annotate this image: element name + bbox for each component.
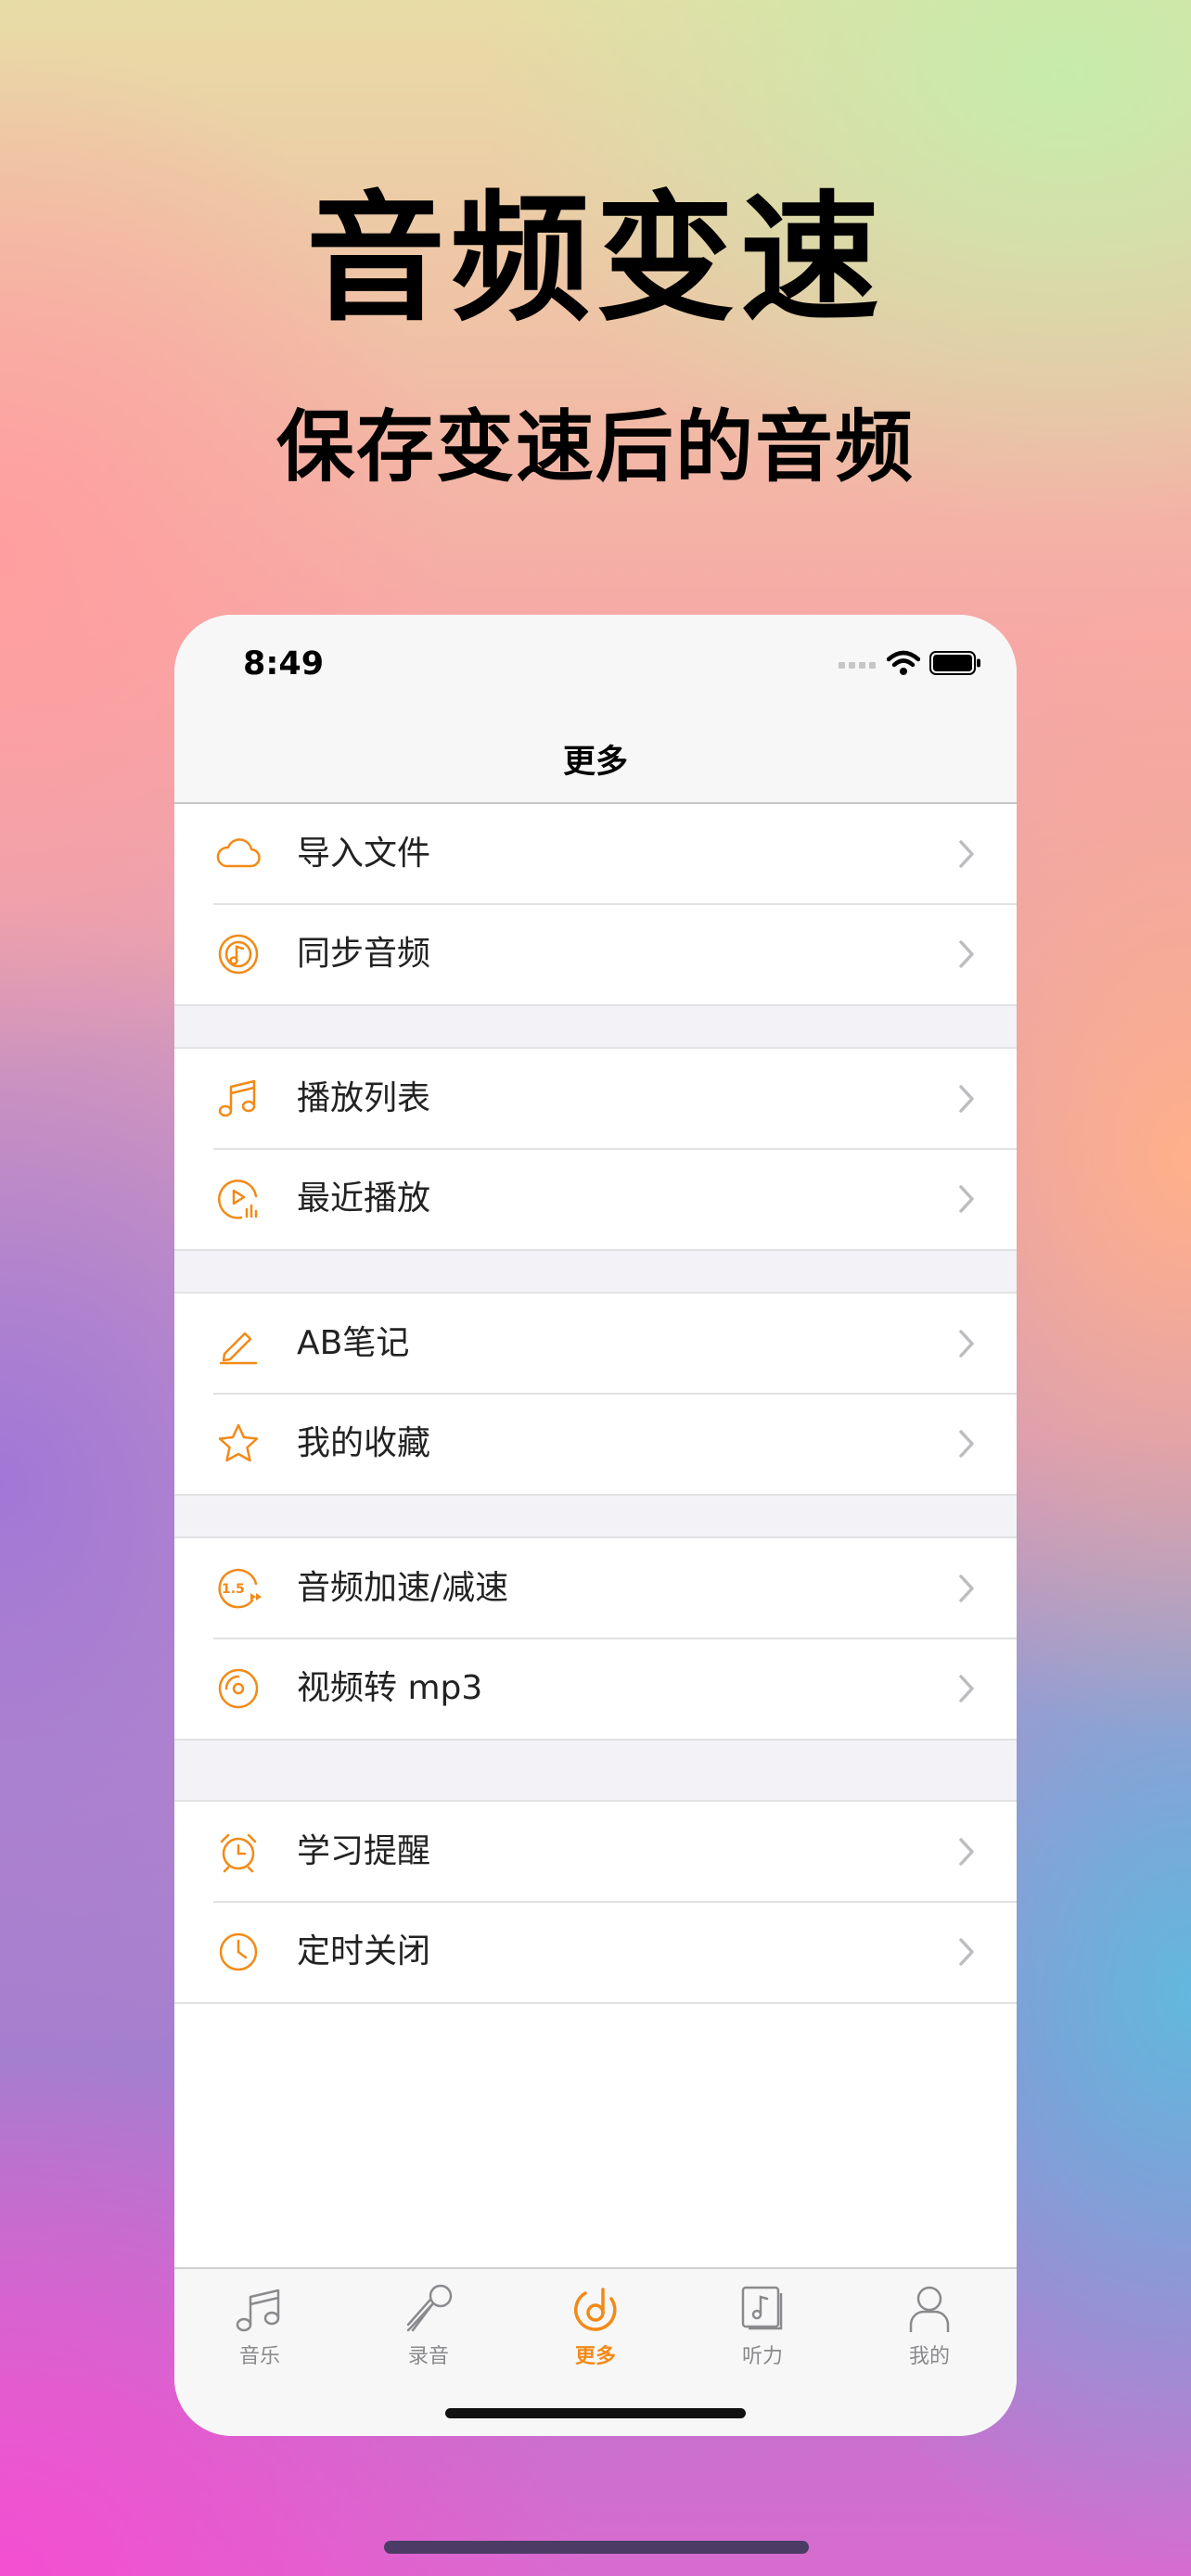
tab-label: 听力 — [741, 2345, 783, 2368]
menu-item-audio-speed[interactable]: 1.5 音频加速/减速 — [174, 1538, 1017, 1639]
cellular-signal-icon — [839, 662, 876, 669]
section-separator — [174, 1251, 1017, 1294]
menu-item-label: 我的收藏 — [297, 1424, 431, 1462]
chevron-right-icon — [959, 1085, 974, 1113]
status-time: 8:49 — [243, 645, 325, 682]
menu-group: 导入文件 同步音频 — [174, 804, 1017, 1006]
clock-icon — [219, 1932, 258, 1971]
cloud-icon — [216, 838, 261, 868]
music-icon — [236, 2289, 280, 2332]
music-note-icon — [218, 1079, 256, 1117]
sync-music-icon — [218, 934, 259, 975]
menu-item-label: 音频加速/减速 — [297, 1569, 509, 1607]
menu-item-playlist[interactable]: 播放列表 — [174, 1049, 1017, 1149]
settings-list: 导入文件 同步音频 播放列表 最近播放 AB笔记 我的收藏 1.5 音频加速/减… — [174, 804, 1017, 2004]
section-separator — [174, 1496, 1017, 1538]
menu-group: 播放列表 最近播放 — [174, 1049, 1017, 1251]
recent-play-icon — [218, 1180, 258, 1219]
navigation-bar: 更多 — [174, 708, 1017, 804]
chevron-right-icon — [959, 840, 974, 868]
chevron-right-icon — [959, 1575, 974, 1602]
menu-item-sync-audio[interactable]: 同步音频 — [174, 903, 1017, 1004]
person-icon — [909, 2286, 950, 2332]
menu-item-label: AB笔记 — [297, 1324, 410, 1362]
home-indicator[interactable] — [445, 2408, 746, 2418]
menu-item-label: 导入文件 — [297, 835, 431, 873]
menu-group: AB笔记 我的收藏 — [174, 1294, 1017, 1496]
promo-headline: 音频变速 — [305, 179, 885, 340]
menu-group: 1.5 音频加速/减速 视频转 mp3 — [174, 1538, 1017, 1741]
chevron-right-icon — [959, 1938, 974, 1966]
menu-item-label: 播放列表 — [297, 1079, 431, 1117]
menu-item-label: 定时关闭 — [297, 1932, 431, 1970]
page-title: 更多 — [562, 744, 628, 781]
tab-label: 我的 — [908, 2345, 950, 2368]
menu-item-label: 学习提醒 — [297, 1832, 431, 1870]
tab-mine[interactable]: 我的 — [874, 2282, 985, 2369]
section-separator — [174, 1741, 1017, 1802]
tab-record[interactable]: 录音 — [373, 2282, 484, 2369]
section-separator — [174, 1006, 1017, 1049]
menu-item-label: 视频转 mp3 — [297, 1669, 483, 1707]
chevron-right-icon — [959, 1430, 974, 1458]
chevron-right-icon — [959, 1330, 974, 1358]
status-bar: 8:49 — [174, 615, 1017, 708]
menu-item-favorites[interactable]: 我的收藏 — [174, 1393, 1017, 1494]
chevron-right-icon — [959, 1675, 974, 1702]
microphone-icon — [406, 2284, 453, 2332]
menu-item-recently-played[interactable]: 最近播放 — [174, 1148, 1017, 1249]
tab-label: 录音 — [407, 2345, 449, 2368]
wifi-icon — [887, 650, 920, 675]
more-icon — [574, 2288, 617, 2331]
chevron-right-icon — [959, 940, 974, 968]
menu-item-video-to-mp3[interactable]: 视频转 mp3 — [174, 1638, 1017, 1739]
menu-item-study-reminder[interactable]: 学习提醒 — [174, 1802, 1017, 1902]
tab-more[interactable]: 更多 — [540, 2282, 651, 2369]
tab-music[interactable]: 音乐 — [204, 2282, 315, 2369]
tab-listening[interactable]: 听力 — [707, 2282, 818, 2369]
battery-icon — [929, 651, 980, 675]
chevron-right-icon — [959, 1838, 974, 1866]
listening-icon — [741, 2286, 783, 2330]
promo-subline: 保存变速后的音频 — [275, 402, 915, 492]
phone-screen: 8:49 更多 导入文件 同步音频 播放列表 最近播放 AB笔记 我的收藏 1.… — [174, 615, 1017, 2436]
disc-icon — [218, 1668, 259, 1709]
speed-icon: 1.5 — [218, 1568, 262, 1609]
star-icon — [218, 1423, 259, 1462]
menu-group: 学习提醒 定时关闭 — [174, 1802, 1017, 2004]
alarm-clock-icon — [220, 1833, 257, 1873]
menu-item-label: 同步音频 — [297, 935, 431, 973]
menu-item-ab-notes[interactable]: AB笔记 — [174, 1294, 1017, 1394]
svg-text:1.5: 1.5 — [222, 1582, 245, 1597]
menu-item-label: 最近播放 — [297, 1180, 431, 1218]
tab-label: 音乐 — [238, 2345, 280, 2368]
chevron-right-icon — [959, 1185, 974, 1213]
tab-label: 更多 — [574, 2345, 616, 2368]
menu-item-sleep-timer[interactable]: 定时关闭 — [174, 1901, 1017, 2002]
menu-item-import-files[interactable]: 导入文件 — [174, 804, 1017, 904]
home-indicator[interactable] — [384, 2541, 809, 2554]
pencil-icon — [219, 1332, 258, 1365]
